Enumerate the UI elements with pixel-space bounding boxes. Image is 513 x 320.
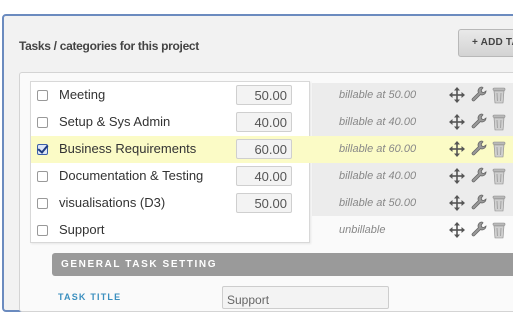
trash-icon[interactable]	[492, 167, 506, 185]
task-name[interactable]: Meeting	[59, 87, 105, 102]
wrench-icon[interactable]	[471, 194, 487, 212]
task-name[interactable]: Support	[59, 222, 105, 237]
trash-icon[interactable]	[492, 113, 506, 131]
task-name[interactable]: Setup & Sys Admin	[59, 114, 170, 129]
task-row[interactable]: Setup & Sys Admin 40.00 billable at 40.00	[31, 109, 513, 136]
task-row[interactable]: Documentation & Testing 40.00 billable at …	[31, 163, 513, 190]
task-checkbox[interactable]	[37, 171, 48, 182]
task-checkbox[interactable]	[37, 117, 48, 128]
task-billing-status: billable at 40.00	[339, 116, 417, 128]
task-rate-input[interactable]: 50.00	[236, 193, 292, 213]
task-name[interactable]: Documentation & Testing	[59, 168, 203, 183]
move-icon[interactable]	[449, 195, 465, 211]
task-checkbox[interactable]	[37, 144, 48, 155]
trash-icon[interactable]	[492, 194, 506, 212]
task-row[interactable]: visualisations (D3) 50.00 billable at 50.0…	[31, 190, 513, 217]
task-billing-status: billable at 40.00	[339, 170, 417, 182]
task-checkbox[interactable]	[37, 225, 48, 236]
task-title-label: TASK TITLE	[58, 292, 122, 302]
wrench-icon[interactable]	[471, 113, 487, 131]
task-rate-input[interactable]: 50.00	[236, 85, 292, 105]
general-task-setting-header: GENERAL TASK SETTING	[52, 253, 513, 276]
task-billing-status: unbillable	[339, 224, 386, 236]
task-row[interactable]: Support unbillable	[31, 217, 513, 244]
task-checkbox[interactable]	[37, 90, 48, 101]
task-billing-status: billable at 60.00	[339, 143, 417, 155]
move-icon[interactable]	[449, 222, 465, 238]
section-title: Tasks / categories for this project	[19, 39, 200, 53]
task-rate-input[interactable]: 40.00	[236, 112, 292, 132]
add-task-button[interactable]: + ADD TA	[458, 29, 513, 57]
task-rate-input[interactable]: 40.00	[236, 166, 292, 186]
trash-icon[interactable]	[492, 140, 506, 158]
move-icon[interactable]	[449, 168, 465, 184]
task-row[interactable]: Business Requirements 60.00 billable at 60…	[31, 136, 513, 163]
wrench-icon[interactable]	[471, 167, 487, 185]
wrench-icon[interactable]	[471, 140, 487, 158]
task-rate-input[interactable]: 60.00	[236, 139, 292, 159]
general-task-setting-title: GENERAL TASK SETTING	[61, 259, 218, 270]
task-title-input[interactable]	[222, 286, 389, 309]
trash-icon[interactable]	[492, 86, 506, 104]
wrench-icon[interactable]	[471, 221, 487, 239]
task-billing-status: billable at 50.00	[339, 89, 417, 101]
task-billing-status: billable at 50.00	[339, 197, 417, 209]
move-icon[interactable]	[449, 141, 465, 157]
task-name[interactable]: visualisations (D3)	[59, 195, 165, 210]
move-icon[interactable]	[449, 114, 465, 130]
move-icon[interactable]	[449, 87, 465, 103]
task-row[interactable]: Meeting 50.00 billable at 50.00	[31, 82, 513, 109]
wrench-icon[interactable]	[471, 86, 487, 104]
task-name[interactable]: Business Requirements	[59, 141, 196, 156]
task-checkbox[interactable]	[37, 198, 48, 209]
trash-icon[interactable]	[492, 221, 506, 239]
